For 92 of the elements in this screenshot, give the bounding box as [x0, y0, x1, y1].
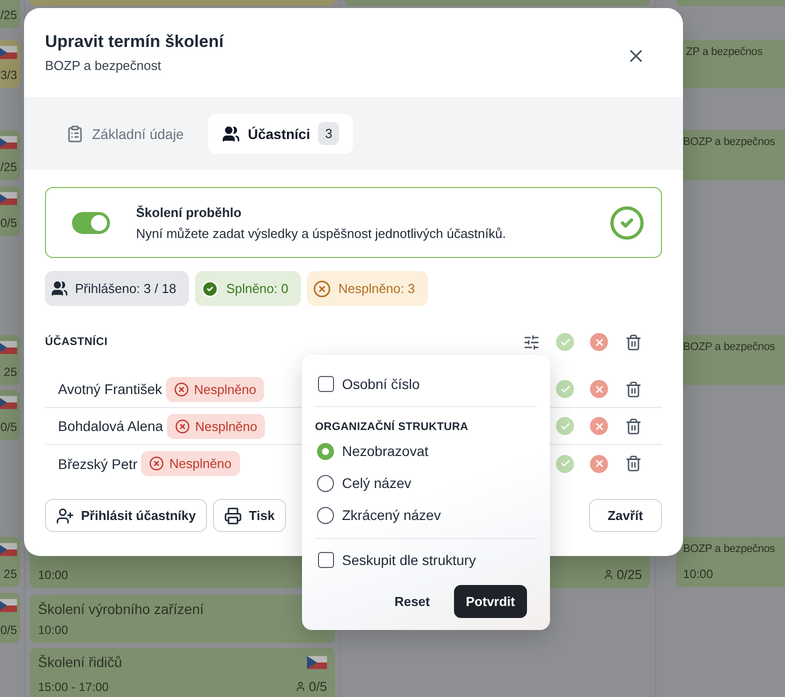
calendar-event[interactable]: Školení řidičů 15:00 - 17:00 0/5: [30, 648, 335, 697]
calendar-event[interactable]: BOZP a bezpečnos 10:00: [676, 537, 785, 587]
event-title: BOZP a bezpečnos: [683, 543, 775, 555]
checkbox[interactable]: [318, 552, 334, 568]
event-title: Školení řidičů: [38, 654, 122, 670]
participant-name: Březský Petr: [58, 456, 138, 472]
clipboard-icon: [66, 124, 84, 142]
stat-chip: Nesplněno: 3: [307, 271, 428, 306]
reset-button[interactable]: Reset: [378, 585, 446, 618]
delete-button[interactable]: [624, 380, 642, 398]
delete-button[interactable]: [624, 417, 642, 435]
check-circle-icon: [201, 280, 220, 298]
dialog-subtitle: BOZP a bezpečnost: [45, 58, 162, 73]
check-circle-icon: [609, 204, 645, 240]
stat-chip: Splněno: 0: [195, 271, 302, 306]
result-badge: Nesplněno: [141, 451, 240, 476]
close-icon: [594, 336, 604, 348]
event-capacity: /25: [0, 160, 17, 174]
radio-button[interactable]: [317, 442, 334, 460]
event-title: ZP a bezpečnos: [686, 46, 762, 58]
event-capacity: 0/5: [0, 216, 17, 230]
participant-name: Bohdalová Alena: [58, 418, 164, 434]
calendar-event[interactable]: /25: [0, 130, 20, 180]
calendar-event[interactable]: /25: [0, 0, 20, 28]
confirm-button[interactable]: Potvrdit: [454, 585, 527, 618]
status-title: Školení proběhlo: [136, 204, 242, 220]
event-title: BOZP a bezpečnos: [683, 341, 775, 353]
event-capacity: 0/5: [0, 420, 17, 434]
close-icon: [594, 458, 604, 469]
participant-name: Avotný František: [58, 381, 162, 397]
close-icon: [594, 384, 604, 394]
person-icon: [602, 569, 614, 580]
event-title: Školení výrobního zařízení: [38, 601, 204, 617]
people-icon: [222, 124, 240, 142]
tab[interactable]: Účastníci 3: [208, 114, 354, 154]
trash-icon: [624, 334, 642, 350]
radio-button[interactable]: [317, 474, 334, 492]
check-icon: [560, 336, 570, 348]
calendar-event[interactable]: 0/5: [0, 186, 20, 236]
check-icon: [560, 420, 570, 432]
check-icon: [560, 384, 570, 394]
checkbox-option[interactable]: Osobní číslo: [315, 369, 537, 399]
delete-button[interactable]: [624, 454, 642, 472]
add-person-icon: [56, 506, 74, 524]
checkbox[interactable]: [318, 376, 334, 392]
print-button[interactable]: Tisk: [212, 499, 286, 532]
event-capacity: 0/5: [308, 679, 327, 694]
section-heading: ÚČASTNÍCI: [45, 336, 108, 348]
event-capacity: /25: [0, 8, 17, 22]
result-badge: Nesplněno: [167, 414, 266, 438]
radio-button[interactable]: [317, 506, 334, 524]
trash-icon: [624, 380, 642, 398]
sliders-icon: [522, 334, 540, 350]
stat-chip: Přihlášeno: 3 / 18: [45, 271, 190, 306]
section-heading: ORGANIZAČNÍ STRUKTURA: [315, 421, 470, 433]
printer-icon: [224, 506, 242, 524]
event-capacity: 3/3: [0, 68, 17, 82]
person-icon: [294, 681, 306, 692]
trash-icon: [624, 418, 642, 434]
radio-option[interactable]: Zkrácený název: [315, 499, 537, 531]
add-participants-button[interactable]: Přihlásit účastníky: [45, 499, 207, 532]
trash-icon: [624, 455, 642, 472]
dialog-title: Upravit termín školení: [45, 32, 224, 52]
calendar-event[interactable]: 25: [0, 537, 20, 587]
event-time: 10:00: [38, 568, 68, 582]
event-capacity: 0/5: [0, 623, 17, 637]
calendar-event[interactable]: 25: [0, 335, 20, 385]
tab[interactable]: Základní údaje: [52, 114, 198, 154]
event-capacity: 0/25: [616, 567, 642, 582]
event-title: BOZP a bezpečnos: [683, 136, 775, 148]
radio-option[interactable]: Nezobrazovat: [315, 435, 537, 467]
calendar-event[interactable]: 3/3: [0, 40, 20, 88]
calendar-event[interactable]: 0/5: [0, 390, 20, 440]
check-icon: [560, 458, 570, 469]
radio-option[interactable]: Celý název: [315, 467, 537, 499]
close-icon: [594, 420, 604, 432]
delete-button[interactable]: [624, 333, 642, 351]
people-icon: [51, 280, 68, 297]
x-circle-icon: [313, 280, 332, 298]
event-time: 15:00 - 17:00: [38, 680, 109, 694]
event-capacity: 25: [4, 365, 17, 379]
event-time: 10:00: [38, 623, 68, 637]
result-badge: Nesplněno: [166, 376, 264, 402]
tab-count: 3: [318, 122, 340, 145]
status-description: Nyní můžete zadat výsledky a úspěšnost jednotlivých účastníků.: [136, 226, 507, 240]
filter-settings-button[interactable]: [522, 333, 540, 351]
calendar-event[interactable]: 0/5: [0, 593, 20, 643]
close-button[interactable]: Zavřít: [588, 499, 662, 532]
event-time: 10:00: [683, 567, 714, 581]
event-capacity: 25: [4, 567, 17, 581]
toggle-switch[interactable]: [72, 212, 110, 234]
calendar-event[interactable]: Školení výrobního zařízení 10:00: [30, 595, 335, 643]
